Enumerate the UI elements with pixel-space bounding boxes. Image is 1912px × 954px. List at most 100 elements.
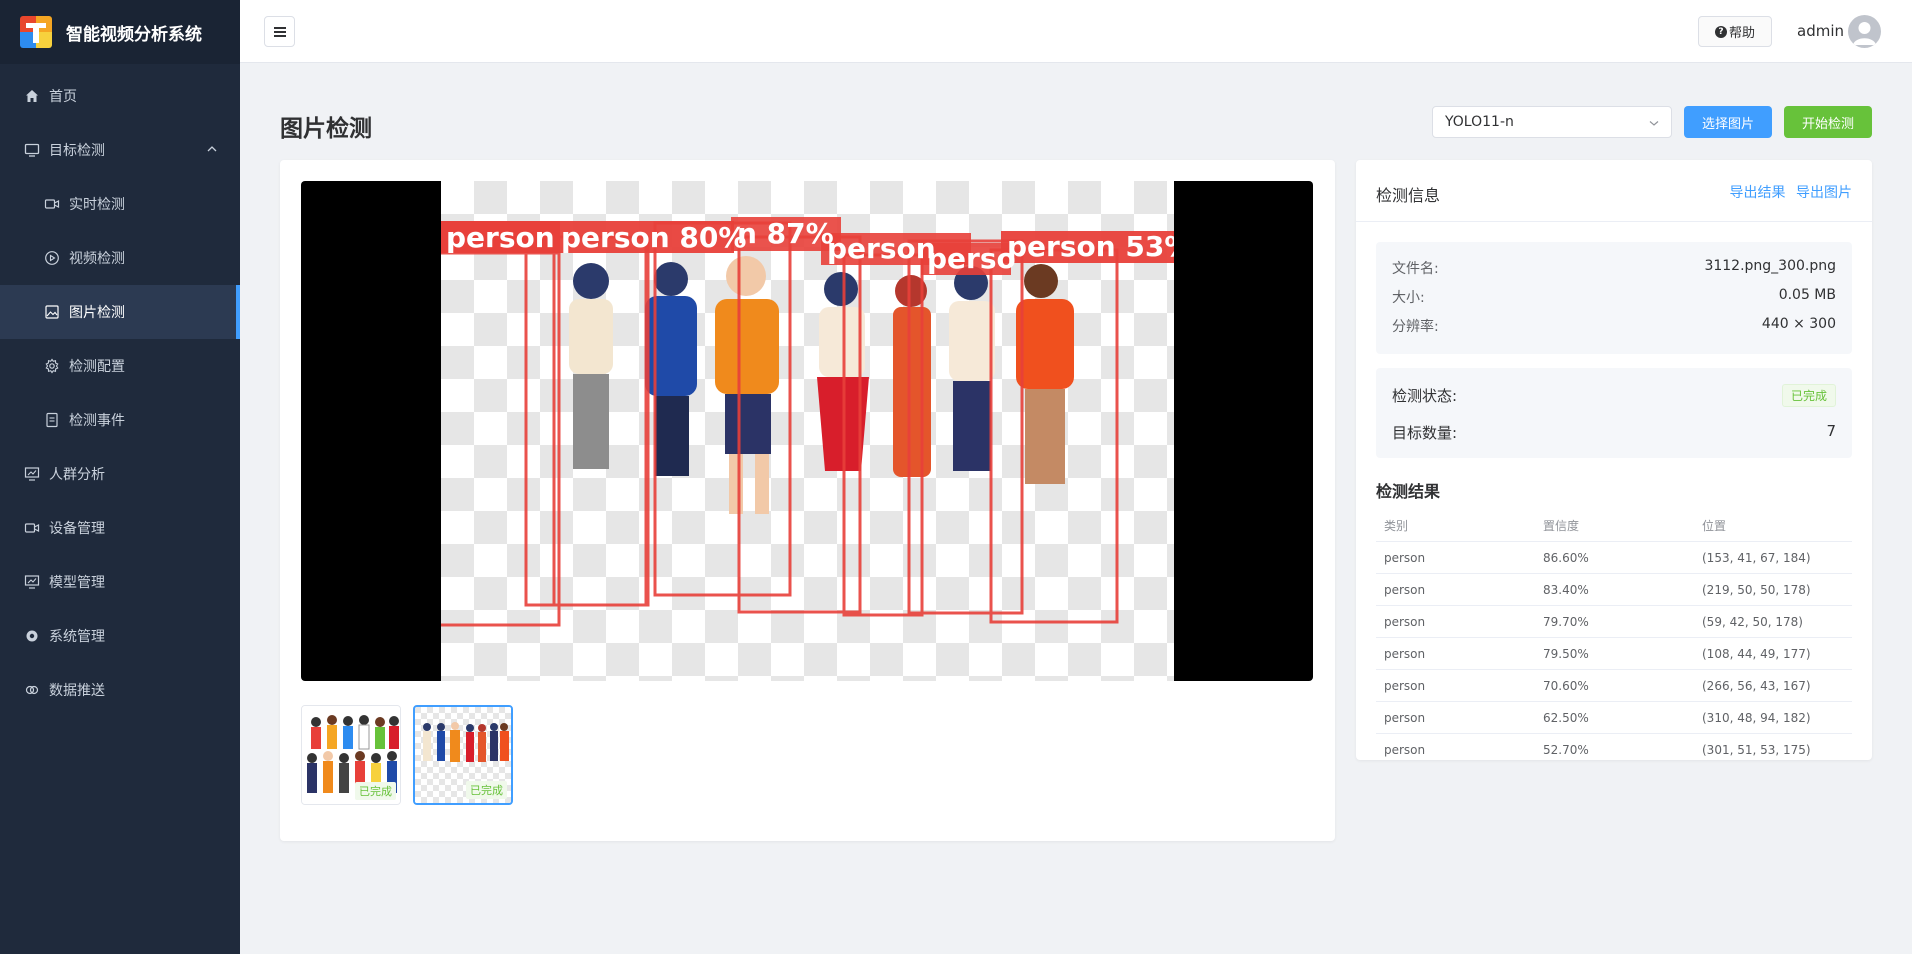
sidebar-item-crowd-analysis[interactable]: 人群分析 <box>0 447 240 501</box>
table-cell: (59, 42, 50, 178) <box>1702 614 1803 629</box>
table-row[interactable]: person 52.70% (301, 51, 53, 175) <box>1376 734 1852 760</box>
table-cell: 52.70% <box>1543 742 1589 757</box>
results-table: 类别 置信度 位置 person 86.60% (153, 41, 67, 18… <box>1376 510 1852 760</box>
status-label: 检测状态: <box>1392 387 1458 405</box>
table-cell: (219, 50, 50, 178) <box>1702 582 1811 597</box>
file-name-label: 文件名: <box>1392 261 1439 277</box>
page-title: 图片检测 <box>280 116 372 142</box>
table-cell: (153, 41, 67, 184) <box>1702 550 1811 565</box>
table-row[interactable]: person 83.40% (219, 50, 50, 178) <box>1376 574 1852 606</box>
bbox-label: person 80% <box>561 221 746 254</box>
file-name-value: 3112.png_300.png <box>1704 258 1836 274</box>
card-header: 检测信息 导出结果 导出图片 <box>1356 160 1872 222</box>
export-result-link[interactable]: 导出结果 <box>1730 185 1786 201</box>
sidebar-item-system-management[interactable]: 系统管理 <box>0 609 240 663</box>
table-cell: (266, 56, 43, 167) <box>1702 678 1811 693</box>
table-cell: person <box>1384 710 1426 725</box>
link-icon <box>24 682 40 698</box>
menu-toggle-button[interactable] <box>264 16 295 47</box>
person-figure <box>645 262 697 476</box>
table-row[interactable]: person 79.50% (108, 44, 49, 177) <box>1376 638 1852 670</box>
presentation-icon <box>24 574 40 590</box>
app-title: 智能视频分析系统 <box>66 24 202 45</box>
chart-icon <box>24 466 40 482</box>
play-circle-icon <box>44 250 60 266</box>
avatar[interactable] <box>1848 15 1881 48</box>
sidebar-item-detection-config[interactable]: 检测配置 <box>0 339 240 393</box>
bbox-label: person <box>827 232 936 265</box>
size-label: 大小: <box>1392 290 1425 306</box>
sidebar-item-label: 首页 <box>49 89 77 105</box>
detection-image: person person 80% n 87% person perso per… <box>436 181 1192 681</box>
document-icon <box>44 412 60 428</box>
bbox-label: n 87% <box>737 217 834 250</box>
model-select[interactable]: YOLO11-n <box>1432 106 1672 138</box>
count-value: 7 <box>1826 422 1836 440</box>
file-info-box: 文件名: 3112.png_300.png 大小: 0.05 MB 分辨率: 4… <box>1376 242 1852 354</box>
sidebar-item-detection-events[interactable]: 检测事件 <box>0 393 240 447</box>
table-cell: person <box>1384 742 1426 757</box>
column-header: 位置 <box>1702 519 1727 533</box>
model-select-value: YOLO11-n <box>1445 114 1514 130</box>
help-button[interactable]: ? 帮助 <box>1698 16 1772 47</box>
column-header: 置信度 <box>1543 519 1580 533</box>
sidebar-item-realtime-detection[interactable]: 实时检测 <box>0 177 240 231</box>
table-cell: person <box>1384 646 1426 661</box>
sidebar-item-data-push[interactable]: 数据推送 <box>0 663 240 717</box>
table-cell: 79.70% <box>1543 614 1589 629</box>
sidebar-item-label: 模型管理 <box>49 575 105 591</box>
user-name[interactable]: admin <box>1797 22 1844 40</box>
settings-icon <box>24 628 40 644</box>
table-cell: (301, 51, 53, 175) <box>1702 742 1811 757</box>
person-figure <box>569 263 613 469</box>
table-cell: 86.60% <box>1543 550 1589 565</box>
help-label: 帮助 <box>1728 26 1755 41</box>
sidebar-item-label: 目标检测 <box>49 143 105 159</box>
brand: 智能视频分析系统 <box>0 0 240 64</box>
table-row[interactable]: person 86.60% (153, 41, 67, 184) <box>1376 542 1852 574</box>
person-figure <box>715 256 779 514</box>
sidebar-item-label: 检测配置 <box>69 359 125 375</box>
sidebar-item-image-detection[interactable]: 图片检测 <box>0 285 240 339</box>
top-header: ? 帮助 admin <box>240 0 1912 63</box>
camera-icon <box>24 520 40 536</box>
card-title: 检测信息 <box>1376 186 1441 205</box>
table-cell: 79.50% <box>1543 646 1589 661</box>
sidebar-item-label: 系统管理 <box>49 629 105 645</box>
sidebar-item-model-management[interactable]: 模型管理 <box>0 555 240 609</box>
detection-info-card: 检测信息 导出结果 导出图片 文件名: 3112.png_300.png 大小:… <box>1356 160 1872 760</box>
select-image-button[interactable]: 选择图片 <box>1684 106 1772 138</box>
table-row[interactable]: person 79.70% (59, 42, 50, 178) <box>1376 606 1852 638</box>
start-detect-button[interactable]: 开始检测 <box>1784 106 1872 138</box>
sidebar-item-device-management[interactable]: 设备管理 <box>0 501 240 555</box>
monitor-icon <box>24 142 40 158</box>
export-image-link[interactable]: 导出图片 <box>1796 185 1852 201</box>
image-icon <box>44 304 60 320</box>
sidebar-item-video-detection[interactable]: 视频检测 <box>0 231 240 285</box>
table-cell: 70.60% <box>1543 678 1589 693</box>
image-viewer[interactable]: person person 80% n 87% person perso per… <box>301 181 1313 681</box>
person-figure <box>893 275 931 477</box>
table-cell: person <box>1384 582 1426 597</box>
status-info-box: 检测状态: 已完成 目标数量: 7 <box>1376 368 1852 458</box>
chevron-down-icon <box>1649 121 1659 126</box>
bbox-label: perso <box>927 242 1016 275</box>
status-badge: 已完成 <box>466 781 507 799</box>
resolution-label: 分辨率: <box>1392 319 1439 335</box>
app-logo <box>20 16 52 48</box>
status-badge: 已完成 <box>1781 384 1836 407</box>
sidebar-item-object-detection[interactable]: 目标检测 <box>0 123 240 177</box>
results-title: 检测结果 <box>1376 482 1441 501</box>
column-header: 类别 <box>1384 519 1409 533</box>
table-row[interactable]: person 70.60% (266, 56, 43, 167) <box>1376 670 1852 702</box>
thumbnail[interactable]: 已完成 <box>301 705 401 805</box>
thumbnail-selected[interactable]: 已完成 <box>413 705 513 805</box>
table-cell: 83.40% <box>1543 582 1589 597</box>
sidebar-item-label: 视频检测 <box>69 251 125 267</box>
image-viewer-card: person person 80% n 87% person perso per… <box>280 160 1335 841</box>
bbox-label: person <box>446 221 555 254</box>
chevron-up-icon <box>207 146 217 152</box>
sidebar-item-home[interactable]: 首页 <box>0 69 240 123</box>
table-row[interactable]: person 62.50% (310, 48, 94, 182) <box>1376 702 1852 734</box>
sidebar-item-label: 图片检测 <box>69 305 125 321</box>
